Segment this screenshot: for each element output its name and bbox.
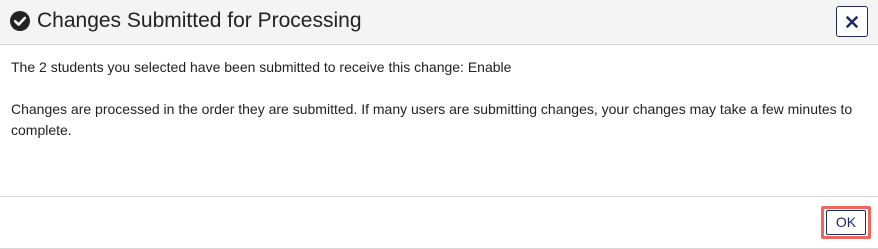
close-icon [846,16,858,28]
check-circle-icon [10,11,30,31]
ok-button[interactable]: OK [826,210,866,235]
dialog-footer [0,196,878,248]
dialog-title: Changes Submitted for Processing [37,9,362,32]
dialog-header: Changes Submitted for Processing [0,0,878,45]
submission-dialog: Changes Submitted for Processing The 2 s… [0,0,878,249]
processing-note: Changes are processed in the order they … [11,101,853,138]
close-button[interactable] [836,6,868,37]
submitted-message: The 2 students you selected have been su… [11,59,512,75]
